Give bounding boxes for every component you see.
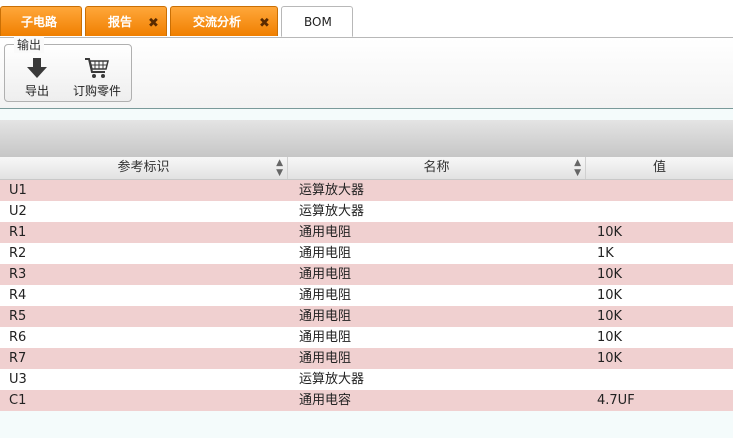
- table-row[interactable]: U1 运算放大器: [0, 180, 733, 201]
- name-cell: 通用电阻: [299, 288, 352, 303]
- column-header-value[interactable]: 值: [586, 157, 733, 179]
- order-parts-label: 订购零件: [72, 84, 121, 98]
- value-cell: 4.7UF: [597, 393, 635, 408]
- name-cell: 通用电容: [299, 393, 352, 408]
- name-cell: 通用电阻: [299, 246, 352, 261]
- ref-cell: R4: [9, 288, 27, 303]
- name-cell: 运算放大器: [299, 183, 365, 198]
- table-row[interactable]: C1 通用电容 4.7UF: [0, 390, 733, 411]
- ref-cell: R2: [9, 246, 27, 261]
- value-cell: 10K: [597, 225, 623, 240]
- export-label: 导出: [24, 84, 49, 98]
- ref-cell: R7: [9, 351, 27, 366]
- value-cell: 10K: [597, 330, 623, 345]
- toolbar: 输出 导出 订购零件: [0, 36, 733, 109]
- tab-bar: 子电路 报告 ✖ 交流分析 ✖ BOM: [0, 0, 733, 38]
- tab-label: 子电路: [21, 15, 58, 29]
- column-header-label: 名称: [423, 160, 450, 175]
- close-icon[interactable]: ✖: [259, 9, 270, 39]
- table-row[interactable]: R6 通用电阻 10K: [0, 327, 733, 348]
- ref-cell: R6: [9, 330, 27, 345]
- tab-subcircuit[interactable]: 子电路: [0, 6, 82, 36]
- ref-cell: U1: [9, 183, 27, 198]
- name-cell: 运算放大器: [299, 372, 365, 387]
- table-row[interactable]: R2 通用电阻 1K: [0, 243, 733, 264]
- value-cell: 10K: [597, 309, 623, 324]
- name-cell: 通用电阻: [299, 267, 352, 282]
- tab-label: BOM: [304, 15, 332, 29]
- order-parts-button[interactable]: 订购零件: [67, 57, 127, 99]
- table-row[interactable]: R4 通用电阻 10K: [0, 285, 733, 306]
- value-cell: 10K: [597, 288, 623, 303]
- table-row[interactable]: R3 通用电阻 10K: [0, 264, 733, 285]
- output-group-title: 输出: [14, 36, 45, 53]
- table-header: 参考标识 ▲ ▼ 名称 ▲ ▼ 值: [0, 157, 733, 180]
- column-header-label: 值: [652, 160, 666, 175]
- tab-bom[interactable]: BOM: [281, 6, 353, 37]
- tab-label: 报告: [108, 15, 133, 29]
- ref-cell: U2: [9, 204, 27, 219]
- export-button[interactable]: 导出: [19, 57, 55, 99]
- table-row[interactable]: R7 通用电阻 10K: [0, 348, 733, 369]
- name-cell: 通用电阻: [299, 309, 352, 324]
- ref-cell: R5: [9, 309, 27, 324]
- sort-icon[interactable]: ▲ ▼: [574, 157, 581, 178]
- name-cell: 通用电阻: [299, 351, 352, 366]
- name-cell: 通用电阻: [299, 225, 352, 240]
- shopping-cart-icon: [85, 58, 109, 78]
- output-group: 输出 导出 订购零件: [4, 36, 132, 102]
- table-row[interactable]: R1 通用电阻 10K: [0, 222, 733, 243]
- ref-cell: C1: [9, 393, 27, 408]
- column-header-name[interactable]: 名称 ▲ ▼: [288, 157, 586, 179]
- tab-ac-analysis[interactable]: 交流分析 ✖: [170, 6, 278, 36]
- ref-cell: R1: [9, 225, 27, 240]
- tab-report[interactable]: 报告 ✖: [85, 6, 167, 36]
- ref-cell: U3: [9, 372, 27, 387]
- close-icon[interactable]: ✖: [148, 9, 159, 39]
- table-row[interactable]: U2 运算放大器: [0, 201, 733, 222]
- grid-caption-bar: [0, 120, 733, 157]
- name-cell: 运算放大器: [299, 204, 365, 219]
- bom-table-body: U1 运算放大器 U2 运算放大器 R1 通用电阻 10K R2 通用电阻 1K R3 通用电…: [0, 180, 733, 411]
- value-cell: 1K: [597, 246, 614, 261]
- ref-cell: R3: [9, 267, 27, 282]
- column-header-ref[interactable]: 参考标识 ▲ ▼: [0, 157, 288, 179]
- table-row[interactable]: R5 通用电阻 10K: [0, 306, 733, 327]
- sort-icon[interactable]: ▲ ▼: [276, 157, 283, 178]
- column-header-label: 参考标识: [117, 160, 170, 175]
- table-row[interactable]: U3 运算放大器: [0, 369, 733, 390]
- value-cell: 10K: [597, 351, 623, 366]
- name-cell: 通用电阻: [299, 330, 352, 345]
- value-cell: 10K: [597, 267, 623, 282]
- tab-label: 交流分析: [193, 15, 242, 29]
- download-arrow-icon: [27, 58, 47, 78]
